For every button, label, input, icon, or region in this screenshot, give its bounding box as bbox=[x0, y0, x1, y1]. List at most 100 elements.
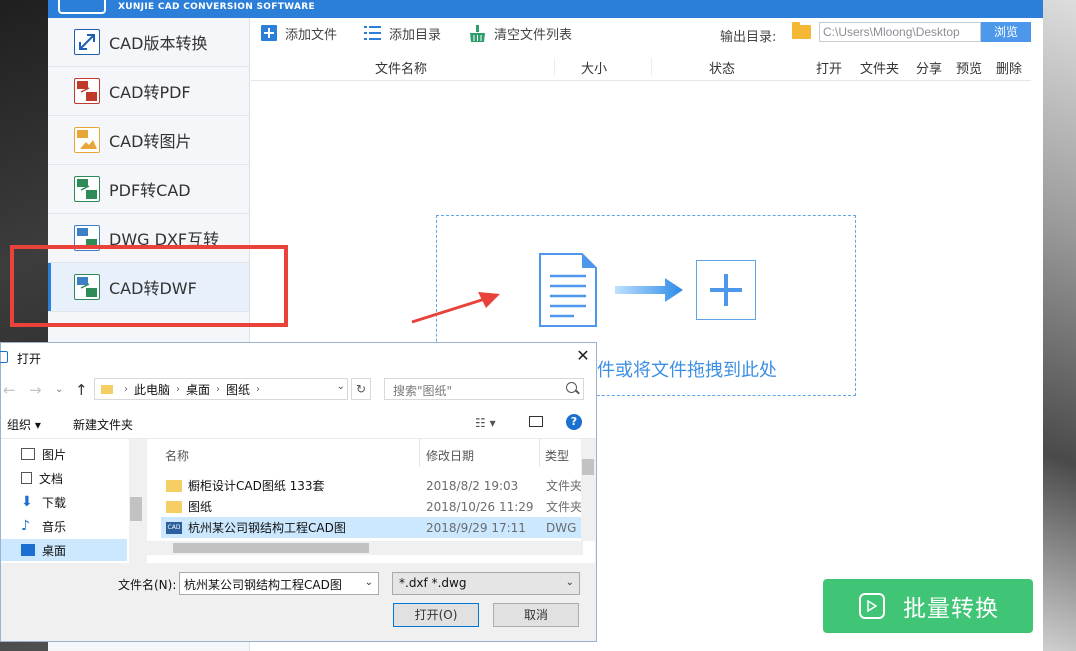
refresh-icon[interactable]: ↻ bbox=[351, 378, 371, 400]
header-name[interactable]: 名称 bbox=[165, 447, 189, 464]
breadcrumb-item[interactable]: 桌面 bbox=[186, 381, 210, 398]
column-divider bbox=[651, 58, 652, 76]
cad-to-image-icon bbox=[74, 127, 100, 153]
recent-dropdown-icon[interactable]: ⌄ bbox=[55, 384, 63, 395]
nav-item-label: 文档 bbox=[39, 471, 64, 486]
add-file-label: 添加文件 bbox=[285, 27, 338, 43]
batch-convert-button[interactable]: 批量转换 bbox=[823, 579, 1033, 633]
view-options-icon[interactable]: ☷ ▾ bbox=[475, 416, 496, 430]
filetype-value: *.dxf *.dwg bbox=[399, 576, 467, 590]
file-row[interactable]: 图纸 2018/10/26 11:29 文件夹 bbox=[161, 496, 583, 517]
chevron-down-icon[interactable]: ⌄ bbox=[337, 381, 345, 392]
list-icon bbox=[364, 25, 381, 42]
nav-item-downloads[interactable]: ⬇ 下载 bbox=[1, 491, 127, 513]
dialog-title: 打开 bbox=[17, 352, 42, 366]
dialog-nav-row: ← → ⌄ ↑ › 此电脑 › 桌面 › 图纸 › ⌄ ↻ 搜索"图纸" bbox=[1, 373, 596, 407]
file-row[interactable]: 橱柜设计CAD图纸 133套 2018/8/2 19:03 文件夹 bbox=[161, 475, 583, 496]
column-open: 打开 bbox=[816, 62, 843, 77]
chevron-down-icon: ⌄ bbox=[565, 577, 574, 588]
sidebar-item-label: CAD版本转换 bbox=[109, 34, 208, 53]
header-type[interactable]: 类型 bbox=[545, 447, 569, 464]
cad-to-pdf-icon bbox=[74, 78, 100, 104]
help-icon[interactable]: ? bbox=[566, 414, 582, 430]
add-folder-label: 添加目录 bbox=[389, 27, 442, 43]
column-divider bbox=[554, 58, 555, 76]
organize-menu[interactable]: 组织 ▾ bbox=[7, 416, 41, 433]
add-folder-button[interactable]: 添加目录 bbox=[364, 21, 441, 45]
chevron-right-icon: › bbox=[124, 383, 128, 395]
cad-version-icon bbox=[74, 29, 100, 55]
nav-item-label: 图片 bbox=[42, 447, 67, 462]
column-name: 文件名称 bbox=[375, 62, 428, 77]
dialog-title-bar: 打开 ✕ bbox=[0, 343, 596, 373]
drop-hint-text: 件或将文件拖拽到此处 bbox=[597, 360, 777, 381]
folder-icon bbox=[166, 479, 182, 492]
folder-icon bbox=[101, 384, 113, 394]
add-file-button[interactable]: 添加文件 bbox=[260, 21, 337, 45]
up-arrow-icon[interactable]: ↑ bbox=[75, 381, 88, 399]
folder-icon[interactable] bbox=[792, 22, 811, 39]
browse-button[interactable]: 浏览 bbox=[981, 22, 1031, 42]
horizontal-scrollbar[interactable] bbox=[147, 541, 583, 555]
forward-arrow-icon[interactable]: → bbox=[29, 381, 42, 399]
cancel-button[interactable]: 取消 bbox=[493, 603, 579, 627]
column-delete: 删除 bbox=[996, 62, 1023, 77]
output-path-input[interactable]: C:\Users\Mloong\Desktop bbox=[819, 22, 981, 42]
documents-icon bbox=[21, 472, 32, 484]
file-type: DWG bbox=[546, 520, 577, 535]
sidebar-item-cad-version[interactable]: CAD版本转换 bbox=[48, 18, 249, 67]
close-icon[interactable]: ✕ bbox=[573, 346, 593, 368]
clear-list-button[interactable]: 清空文件列表 bbox=[469, 21, 572, 45]
column-share: 分享 bbox=[916, 62, 943, 77]
view-dropdown: ▾ bbox=[489, 416, 496, 430]
scrollbar-thumb[interactable] bbox=[130, 497, 142, 521]
column-folder: 文件夹 bbox=[860, 62, 900, 77]
scrollbar-thumb[interactable] bbox=[173, 543, 369, 553]
nav-item-desktop[interactable]: 桌面 bbox=[1, 539, 127, 561]
back-arrow-icon[interactable]: ← bbox=[3, 381, 16, 399]
file-row-selected[interactable]: CAD 杭州某公司钢结构工程CAD图 2018/9/29 17:11 DWG bbox=[161, 517, 583, 538]
vertical-scrollbar[interactable] bbox=[581, 439, 595, 541]
column-preview: 预览 bbox=[956, 62, 983, 77]
breadcrumb-item[interactable]: 图纸 bbox=[226, 381, 250, 398]
music-icon: ♪ bbox=[21, 518, 30, 534]
sidebar-item-cad-to-image[interactable]: CAD转图片 bbox=[48, 116, 249, 165]
header-divider bbox=[419, 439, 420, 467]
file-type: 文件夹 bbox=[546, 479, 583, 493]
filetype-select[interactable]: *.dxf *.dwg ⌄ bbox=[392, 572, 580, 595]
desktop-icon bbox=[21, 544, 35, 556]
open-file-dialog: 打开 ✕ ← → ⌄ ↑ › 此电脑 › 桌面 › 图纸 › ⌄ ↻ 搜索"图纸… bbox=[0, 342, 597, 642]
file-name: 杭州某公司钢结构工程CAD图 bbox=[188, 521, 346, 535]
nav-item-music[interactable]: ♪ 音乐 bbox=[1, 515, 127, 537]
breadcrumb-item[interactable]: 此电脑 bbox=[134, 381, 170, 398]
header-date[interactable]: 修改日期 bbox=[426, 447, 474, 464]
sidebar-item-cad-to-pdf[interactable]: CAD转PDF bbox=[48, 67, 249, 116]
column-status: 状态 bbox=[709, 62, 736, 77]
title-bar: XUNJIE CAD CONVERSION SOFTWARE bbox=[48, 0, 1043, 18]
output-dir-label: 输出目录: bbox=[720, 30, 777, 45]
chevron-right-icon: › bbox=[176, 383, 181, 395]
nav-item-label: 下载 bbox=[42, 495, 67, 510]
highlight-rectangle bbox=[10, 245, 288, 327]
filename-input[interactable]: 杭州某公司钢结构工程CAD图 ⌄ bbox=[179, 572, 379, 595]
plus-icon bbox=[260, 25, 277, 42]
nav-item-pictures[interactable]: 图片 bbox=[1, 443, 127, 465]
open-button[interactable]: 打开(O) bbox=[393, 603, 479, 627]
search-input[interactable]: 搜索"图纸" bbox=[384, 378, 584, 400]
address-bar[interactable]: › 此电脑 › 桌面 › 图纸 › ⌄ bbox=[94, 378, 348, 400]
new-folder-button[interactable]: 新建文件夹 bbox=[73, 416, 133, 433]
preview-pane-icon[interactable] bbox=[529, 416, 543, 427]
header-divider bbox=[539, 439, 540, 467]
file-date: 2018/8/2 19:03 bbox=[426, 478, 519, 493]
red-arrow-annotation bbox=[411, 292, 500, 324]
sidebar-item-pdf-to-cad[interactable]: PDF转CAD bbox=[48, 165, 249, 214]
chevron-down-icon[interactable]: ⌄ bbox=[365, 577, 373, 588]
scrollbar-thumb[interactable] bbox=[582, 459, 594, 475]
add-plus-icon[interactable] bbox=[696, 260, 756, 320]
nav-scrollbar[interactable] bbox=[129, 439, 143, 563]
nav-item-documents[interactable]: 文档 bbox=[1, 467, 127, 489]
logo-icon bbox=[58, 0, 106, 14]
folder-icon bbox=[166, 500, 182, 513]
file-name: 图纸 bbox=[188, 500, 213, 514]
navigation-pane: 图片 文档 ⬇ 下载 ♪ 音乐 桌面 bbox=[1, 439, 143, 563]
